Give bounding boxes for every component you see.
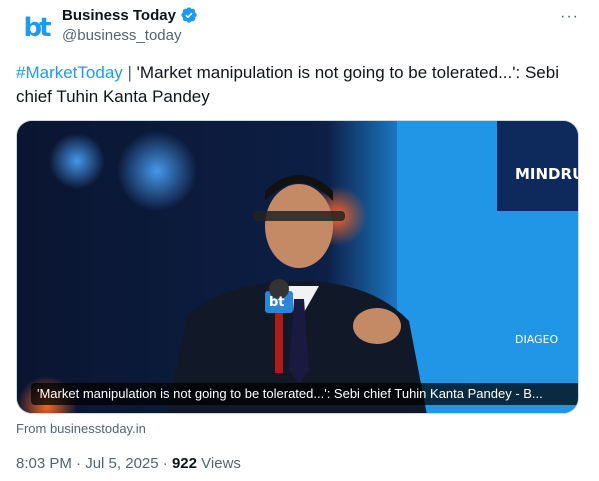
meta-dot-2: · (162, 455, 168, 472)
more-options-icon[interactable]: ··· (560, 8, 579, 26)
banner-text: DIAGEO (515, 333, 559, 346)
mic-logo: bt (269, 295, 285, 310)
timestamp-date[interactable]: Jul 5, 2025 (85, 455, 158, 472)
avatar[interactable]: bt (16, 8, 56, 48)
timestamp-time[interactable]: 8:03 PM (16, 455, 72, 472)
tweet-meta: 8:03 PM · Jul 5, 2025 · 922 Views (16, 455, 241, 472)
card-caption: 'Market manipulation is not going to be … (31, 383, 578, 405)
meta-dot: · (76, 455, 82, 472)
separator: | (127, 63, 132, 82)
card-source[interactable]: From businesstoday.in (16, 421, 146, 436)
handle[interactable]: @business_today (62, 27, 181, 44)
tweet: bt Business Today @business_today ··· #M… (0, 0, 599, 481)
hashtag-link[interactable]: #MarketToday (16, 63, 123, 82)
views-count[interactable]: 922 (172, 455, 197, 472)
backdrop-text: MINDRUS (515, 165, 579, 183)
avatar-logo: bt (23, 13, 51, 43)
link-card-media[interactable]: MINDRUS DIAGEO bt 'Market manipulation i… (16, 120, 579, 414)
views-label: Views (201, 455, 241, 472)
article-photo: MINDRUS DIAGEO bt (17, 121, 579, 413)
verified-badge-icon (181, 7, 197, 23)
author-name-row: Business Today (62, 6, 198, 24)
tweet-text: #MarketToday | 'Market manipulation is n… (16, 61, 586, 109)
display-name[interactable]: Business Today (62, 7, 176, 24)
